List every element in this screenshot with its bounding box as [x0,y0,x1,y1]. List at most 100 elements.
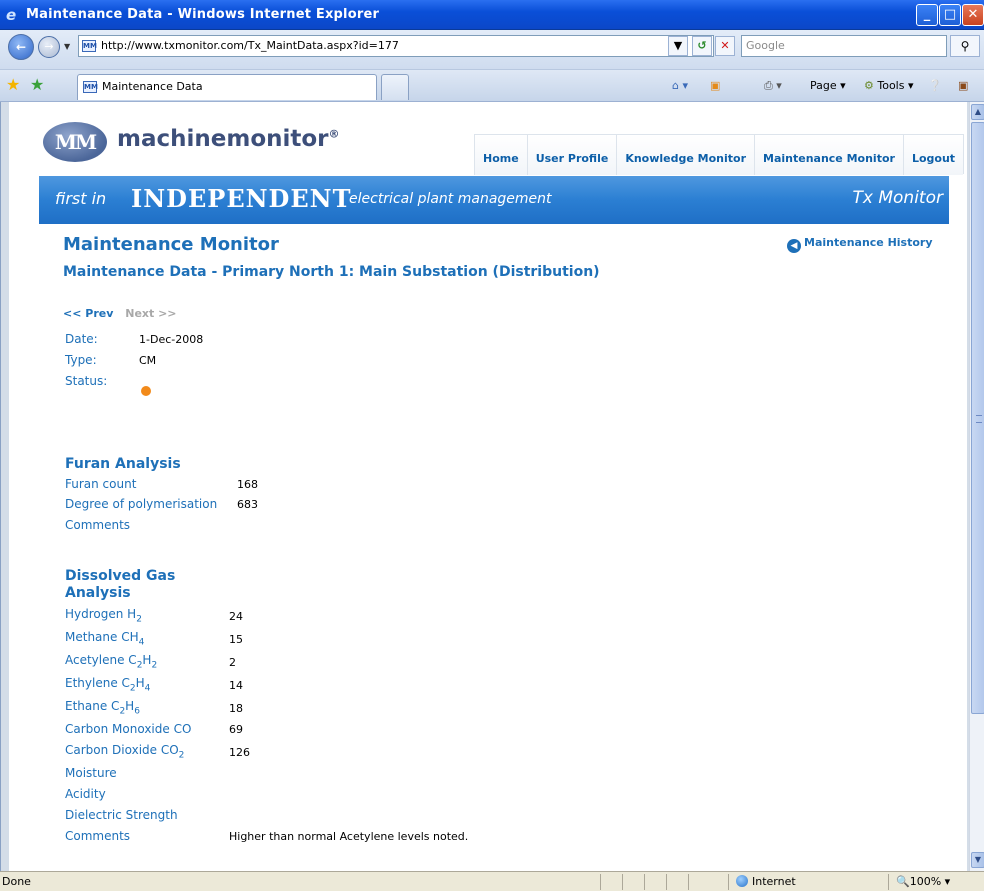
vertical-scrollbar[interactable]: ▲ ▼ [969,102,984,871]
scroll-up-icon[interactable]: ▲ [971,104,984,120]
tools-menu-label: Tools [877,79,905,92]
site-nav: Home User Profile Knowledge Monitor Main… [474,134,965,175]
furan-count-value: 168 [237,478,258,491]
nav-home[interactable]: Home [474,135,527,175]
nav-maintenance-monitor[interactable]: Maintenance Monitor [754,135,903,175]
home-icon[interactable]: ⌂ ▾ [672,79,688,92]
security-zone[interactable]: Internet [736,872,796,891]
tab-label: Maintenance Data [102,80,203,93]
status-separator [888,874,889,890]
nav-knowledge-monitor[interactable]: Knowledge Monitor [616,135,755,175]
status-bar: Done Internet 🔍100% ▾ [0,871,984,891]
search-icon[interactable]: ⚲ [950,35,980,57]
status-text: Done [2,875,31,888]
add-favorites-icon[interactable]: ★ [30,77,44,93]
back-arrow-icon: ◀ [787,239,801,253]
ethylene-label: Ethylene C2H4 [65,676,151,694]
globe-icon [736,875,748,887]
status-label: Status: [65,374,108,388]
page-menu-label: Page [810,79,837,92]
acidity-label: Acidity [65,787,106,801]
dga-comments-value: Higher than normal Acetylene levels note… [229,830,469,843]
ethane-label: Ethane C2H6 [65,699,140,717]
feeds-icon[interactable]: ▣ [710,79,720,92]
browser-viewport: MM machinemonitor® Home User Profile Kno… [0,102,984,871]
tab-maintenance-data[interactable]: MM Maintenance Data [77,74,377,100]
refresh-icon[interactable]: ↺ [692,36,712,56]
carbon-monoxide-value: 69 [229,723,243,736]
acetylene-value: 2 [229,656,236,669]
page-subtitle: Maintenance Data - Primary North 1: Main… [63,264,600,280]
page-menu[interactable]: Page ▾ [810,79,846,92]
dga-heading: Dissolved Gas Analysis [65,568,175,602]
gear-icon: ⚙ [864,79,874,92]
nav-user-profile[interactable]: User Profile [526,135,617,175]
close-button[interactable]: ✕ [962,4,984,26]
back-button[interactable]: ← [8,34,34,60]
tab-bar: ★ ★ MM Maintenance Data ⌂ ▾ ▣ ⎙ ▾ Page ▾… [0,70,984,102]
window-title: Maintenance Data - Windows Internet Expl… [26,7,380,22]
new-tab-button[interactable] [381,74,409,100]
zoom-control[interactable]: 🔍100% ▾ [896,872,950,891]
stop-icon[interactable]: ✕ [715,36,735,56]
banner: first in INDEPENDENT electrical plant ma… [39,176,949,224]
moisture-label: Moisture [65,766,117,780]
status-separator [600,874,601,890]
favorites-star-icon[interactable]: ★ [6,77,20,93]
record-pager: << Prev Next >> [63,307,177,320]
nav-logout[interactable]: Logout [902,135,964,175]
status-separator [666,874,667,890]
print-icon[interactable]: ⎙ ▾ [764,79,782,93]
dga-heading-line2: Analysis [65,585,131,601]
help-icon[interactable]: ❔ [928,79,942,92]
carbon-dioxide-value: 126 [229,746,250,759]
ethylene-value: 14 [229,679,243,692]
furan-heading: Furan Analysis [65,456,181,472]
search-input[interactable]: Google [741,35,947,57]
web-page: MM machinemonitor® Home User Profile Kno… [9,102,967,871]
status-separator [728,874,729,890]
dielectric-strength-label: Dielectric Strength [65,808,178,822]
hydrogen-label: Hydrogen H2 [65,607,142,625]
research-icon[interactable]: ▣ [958,79,968,92]
page-title: Maintenance Monitor [63,234,279,255]
carbon-monoxide-label: Carbon Monoxide CO [65,722,192,736]
dp-value: 683 [237,498,258,511]
methane-label: Methane CH4 [65,630,145,648]
minimize-button[interactable]: _ [916,4,938,26]
banner-first-in: first in [55,189,107,208]
history-dropdown-icon[interactable]: ▼ [64,42,70,51]
banner-product: Tx Monitor [852,188,943,208]
scroll-down-icon[interactable]: ▼ [971,852,984,868]
status-separator [622,874,623,890]
status-indicator [141,386,151,396]
address-dropdown-icon[interactable]: ▼ [668,36,688,56]
maintenance-history-label: Maintenance History [804,236,933,249]
maximize-button[interactable]: □ [939,4,961,26]
scroll-thumb[interactable] [971,122,984,714]
url-text: http://www.txmonitor.com/Tx_MaintData.as… [101,39,399,52]
title-bar: e Maintenance Data - Windows Internet Ex… [0,0,984,30]
furan-comments-label: Comments [65,518,131,532]
acetylene-label: Acetylene C2H2 [65,653,158,671]
date-label: Date: [65,332,98,346]
dp-label: Degree of polymerisation [65,497,218,511]
forward-button[interactable]: → [38,36,60,58]
next-link: Next >> [125,307,177,320]
status-separator [688,874,689,890]
logo-badge: MM [43,122,107,162]
logo-wordmark: machinemonitor® [117,126,340,152]
carbon-dioxide-label: Carbon Dioxide CO2 [65,743,185,761]
maintenance-history-link[interactable]: ◀ Maintenance History [787,236,933,253]
prev-link[interactable]: << Prev [63,307,113,320]
banner-independent: INDEPENDENT [131,184,352,213]
status-separator [644,874,645,890]
zone-label: Internet [752,875,796,888]
furan-count-label: Furan count [65,477,137,491]
tab-favicon-icon: MM [83,81,98,93]
zoom-label: 100% [909,875,942,888]
address-input[interactable]: MM http://www.txmonitor.com/Tx_MaintData… [78,35,714,57]
banner-tagline: electrical plant management [349,191,552,207]
tools-menu[interactable]: ⚙ Tools ▾ [864,79,914,92]
ie-logo-icon: e [6,6,17,24]
